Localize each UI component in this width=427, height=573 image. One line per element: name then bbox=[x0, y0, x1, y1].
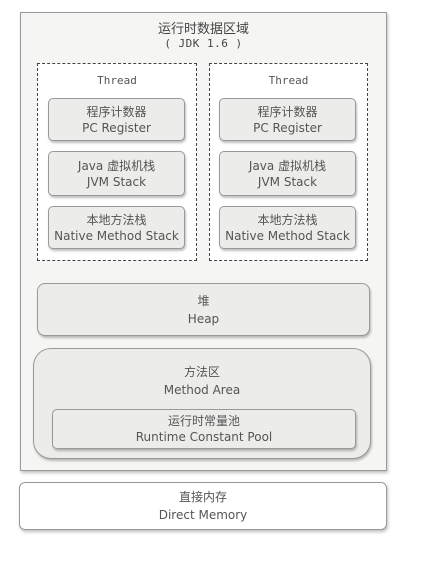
direct-memory-en-label: Direct Memory bbox=[158, 508, 248, 522]
jvm-stack-box-1: Java 虚拟机栈 JVM Stack bbox=[48, 151, 185, 196]
direct-memory-box: 直接内存 Direct Memory bbox=[19, 482, 387, 530]
heap-en-label: Heap bbox=[187, 311, 220, 326]
heap-box: 堆 Heap bbox=[37, 283, 370, 336]
pc-register-box-2: 程序计数器 PC Register bbox=[219, 98, 356, 141]
runtime-area-title: 运行时数据区域 bbox=[157, 22, 249, 37]
direct-memory-zh-label: 直接内存 bbox=[178, 490, 227, 504]
native-method-stack-zh-label: 本地方法栈 bbox=[257, 212, 318, 227]
jvm-stack-zh-label: Java 虚拟机栈 bbox=[77, 158, 156, 173]
jvm-stack-zh-label: Java 虚拟机栈 bbox=[248, 158, 327, 173]
thread-label-2: Thread bbox=[268, 74, 309, 87]
pc-register-en-label: PC Register bbox=[82, 120, 151, 135]
pc-register-en-label: PC Register bbox=[253, 120, 322, 135]
native-method-stack-box-2: 本地方法栈 Native Method Stack bbox=[219, 206, 356, 249]
heap-zh-label: 堆 bbox=[197, 293, 210, 308]
native-method-stack-en-label: Native Method Stack bbox=[225, 228, 350, 243]
jvm-stack-box-2: Java 虚拟机栈 JVM Stack bbox=[219, 151, 356, 196]
native-method-stack-box-1: 本地方法栈 Native Method Stack bbox=[48, 206, 185, 249]
constant-pool-en-label: Runtime Constant Pool bbox=[135, 430, 273, 444]
native-method-stack-en-label: Native Method Stack bbox=[54, 228, 179, 243]
method-area-en-label: Method Area bbox=[163, 383, 241, 397]
runtime-constant-pool-box: 运行时常量池 Runtime Constant Pool bbox=[52, 409, 356, 449]
jvm-stack-en-label: JVM Stack bbox=[86, 174, 147, 189]
method-area-zh-label: 方法区 bbox=[183, 365, 220, 379]
constant-pool-zh-label: 运行时常量池 bbox=[167, 414, 240, 428]
pc-register-zh-label: 程序计数器 bbox=[257, 104, 318, 119]
jvm-stack-en-label: JVM Stack bbox=[257, 174, 318, 189]
pc-register-box-1: 程序计数器 PC Register bbox=[48, 98, 185, 141]
pc-register-zh-label: 程序计数器 bbox=[86, 104, 147, 119]
thread-label-1: Thread bbox=[97, 74, 137, 87]
native-method-stack-zh-label: 本地方法栈 bbox=[86, 212, 147, 227]
runtime-area-subtitle: ( JDK 1.6 ) bbox=[164, 37, 243, 50]
